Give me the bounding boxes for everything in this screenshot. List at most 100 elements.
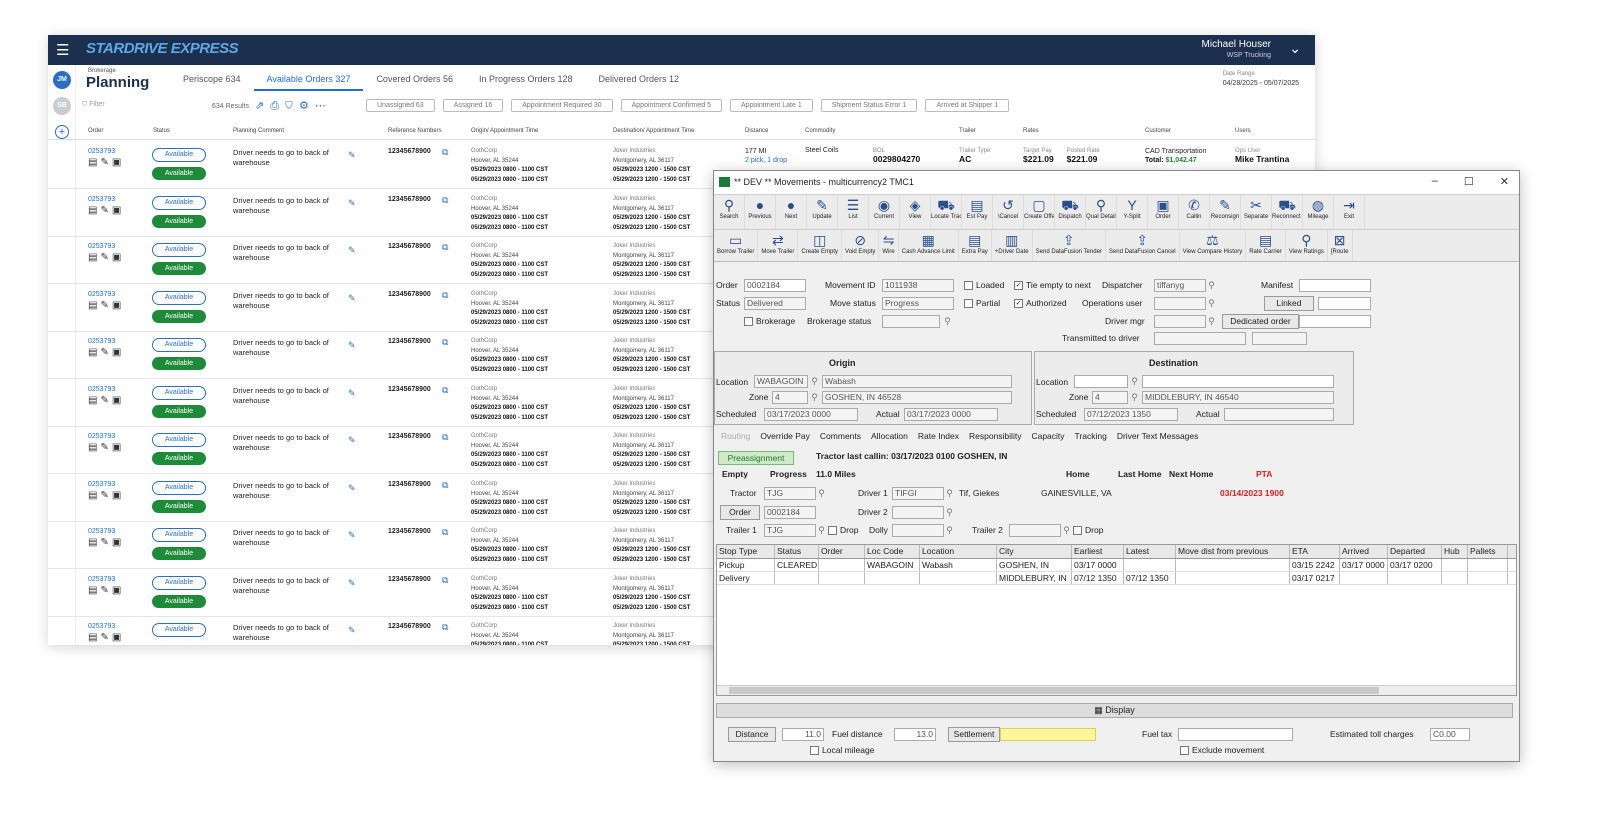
grid-col-header[interactable]: Hub <box>1442 545 1468 558</box>
order-number-link[interactable]: 0253793 <box>88 338 115 345</box>
driver-mgr-field[interactable] <box>1154 315 1206 328</box>
chevron-down-icon[interactable]: ⌄ <box>1289 40 1301 57</box>
order-number-link[interactable]: 0253793 <box>88 386 115 393</box>
distance-button[interactable]: Distance <box>728 727 776 742</box>
extra-pay-button[interactable]: ▤ Extra Pay <box>959 230 992 261</box>
edit-icon[interactable]: ✎ <box>348 198 356 209</box>
driver1-field[interactable]: TIFGI <box>892 487 944 500</box>
chip-unassigned[interactable]: Unassigned 63 <box>366 99 435 112</box>
grid-col-header[interactable]: Loc Code <box>865 545 920 558</box>
datafusion-cancel-button[interactable]: ⇪ Send DataFusion Cancel <box>1106 230 1180 261</box>
cash-advance-button[interactable]: ▦ Cash Advance Limit <box>899 230 959 261</box>
status-badge[interactable]: Available <box>152 357 206 370</box>
preassignment-button[interactable]: Preassignment <box>718 451 794 465</box>
calendar-icon[interactable]: ▣ <box>112 205 124 216</box>
loaded-checkbox[interactable] <box>964 281 973 290</box>
order-number-link[interactable]: 0253793 <box>88 243 115 250</box>
col-rates[interactable]: Rates <box>1023 128 1039 134</box>
fuel-tax-field[interactable] <box>1178 728 1293 741</box>
export-icon[interactable]: ⇗ <box>255 100 270 112</box>
copy-icon[interactable]: ⧉ <box>442 432 448 443</box>
qual-details-button[interactable]: ⚲ Qual Details <box>1086 195 1117 229</box>
tool-icon[interactable]: ✎ <box>100 585 111 596</box>
tab-override-pay[interactable]: Override Pay <box>755 430 815 442</box>
stops-link[interactable]: 2 pick, 1 drop <box>745 156 787 165</box>
previous-button[interactable]: ● Previous <box>745 195 776 229</box>
col-planning-comment[interactable]: Planning Comment <box>233 128 284 134</box>
cancel-button[interactable]: ↺ \Cancel <box>993 195 1024 229</box>
order-number-link[interactable]: 0253793 <box>88 196 115 203</box>
edit-icon[interactable]: ✎ <box>348 483 356 494</box>
horizontal-scrollbar[interactable] <box>717 685 1516 695</box>
route-button[interactable]: ⊠ [Route <box>1328 230 1353 261</box>
grid-col-header[interactable]: Pallets <box>1468 545 1508 558</box>
grid-col-header[interactable]: Departed <box>1388 545 1442 558</box>
edit-icon[interactable]: ✎ <box>348 625 356 636</box>
grid-col-header[interactable]: Earliest <box>1072 545 1124 558</box>
order-number-link[interactable]: 0253793 <box>88 148 115 155</box>
edit-icon[interactable]: ✎ <box>348 340 356 351</box>
status-badge[interactable]: Available <box>152 310 206 323</box>
dolly-field[interactable] <box>892 524 944 537</box>
list-icon[interactable]: ▤ <box>88 157 100 168</box>
status-badge[interactable]: Available <box>152 528 206 542</box>
view-ratings-button[interactable]: ⚲ View Ratings <box>1286 230 1328 261</box>
dest-actual-field[interactable] <box>1224 408 1334 421</box>
order-link-field[interactable]: 0002184 <box>764 506 816 519</box>
tool-icon[interactable]: ✎ <box>100 347 111 358</box>
linked-button[interactable]: Linked <box>1264 296 1314 311</box>
copy-icon[interactable]: ⧉ <box>442 385 448 396</box>
calendar-icon[interactable]: ▣ <box>112 537 124 548</box>
grid-col-header[interactable]: Stop Type <box>717 545 775 558</box>
edit-icon[interactable]: ✎ <box>348 293 356 304</box>
order-button[interactable]: ▣ Order <box>1148 195 1179 229</box>
partial-checkbox[interactable] <box>964 299 973 308</box>
tractor-lookup-icon[interactable]: ⚲ <box>816 487 827 500</box>
move-trailer-button[interactable]: ⇄ Move Trailer <box>758 230 799 261</box>
col-trailer[interactable]: Trailer <box>959 128 976 134</box>
status-badge[interactable]: Available <box>152 167 206 180</box>
brokerage-status-lookup-icon[interactable]: ⚲ <box>942 315 953 328</box>
move-status-select[interactable]: Progress <box>882 297 954 310</box>
grid-col-header[interactable]: Location <box>920 545 997 558</box>
order-number-link[interactable]: 0253793 <box>88 433 115 440</box>
tab-responsibility[interactable]: Responsibility <box>964 430 1026 442</box>
trailer2-field[interactable] <box>1009 524 1061 537</box>
col-commodity[interactable]: Commodity <box>805 128 835 134</box>
tab-in-progress-orders[interactable]: In Progress Orders 128 <box>466 74 586 91</box>
chip-shipment-status-error[interactable]: Shipment Status Error 1 <box>820 99 918 112</box>
list-icon[interactable]: ▤ <box>88 632 100 643</box>
trailer1-lookup-icon[interactable]: ⚲ <box>816 524 827 537</box>
avatar[interactable]: JM <box>53 71 71 89</box>
reconsign-button[interactable]: ✎ Reconsign <box>1210 195 1241 229</box>
col-status[interactable]: Status <box>153 128 170 134</box>
tool-icon[interactable]: ✎ <box>100 537 111 548</box>
calendar-icon[interactable]: ▣ <box>112 300 124 311</box>
operations-user-field[interactable] <box>1154 297 1206 310</box>
funnel-icon[interactable]: ⛉ <box>285 100 299 112</box>
tool-icon[interactable]: ✎ <box>100 395 111 406</box>
edit-icon[interactable]: ✎ <box>348 530 356 541</box>
driver-date-button[interactable]: ▥ +Driver Date <box>992 230 1033 261</box>
grid-col-header[interactable]: Status <box>775 545 819 558</box>
tab-delivered-orders[interactable]: Delivered Orders 12 <box>586 74 693 91</box>
order-field[interactable]: 0002184 <box>744 279 806 292</box>
tab-capacity[interactable]: Capacity <box>1026 430 1069 442</box>
list-icon[interactable]: ▤ <box>88 490 100 501</box>
tab-comments[interactable]: Comments <box>815 430 866 442</box>
status-badge[interactable]: Available <box>152 452 206 465</box>
void-empty-button[interactable]: ⊘ Void Empty <box>842 230 880 261</box>
search-button[interactable]: ⚲ Search <box>714 195 745 229</box>
print-icon[interactable]: ⎙ <box>270 100 285 112</box>
wire-button[interactable]: ⇋ Wire <box>879 230 899 261</box>
tab-available-orders[interactable]: Available Orders 327 <box>253 74 364 91</box>
dest-city-field[interactable]: MIDDLEBURY, IN 46540 <box>1142 391 1334 404</box>
copy-icon[interactable]: ⧉ <box>442 622 448 633</box>
next-button[interactable]: ● Next <box>776 195 807 229</box>
edit-icon[interactable]: ✎ <box>348 578 356 589</box>
fuel-distance-field[interactable]: 13.0 <box>894 728 936 741</box>
exit-button[interactable]: ⇥ Exit <box>1334 195 1365 229</box>
operations-user-lookup-icon[interactable]: ⚲ <box>1206 297 1217 310</box>
movement-id-field[interactable]: 1011938 <box>882 279 954 292</box>
trailer1-field[interactable]: TJG <box>764 524 816 537</box>
